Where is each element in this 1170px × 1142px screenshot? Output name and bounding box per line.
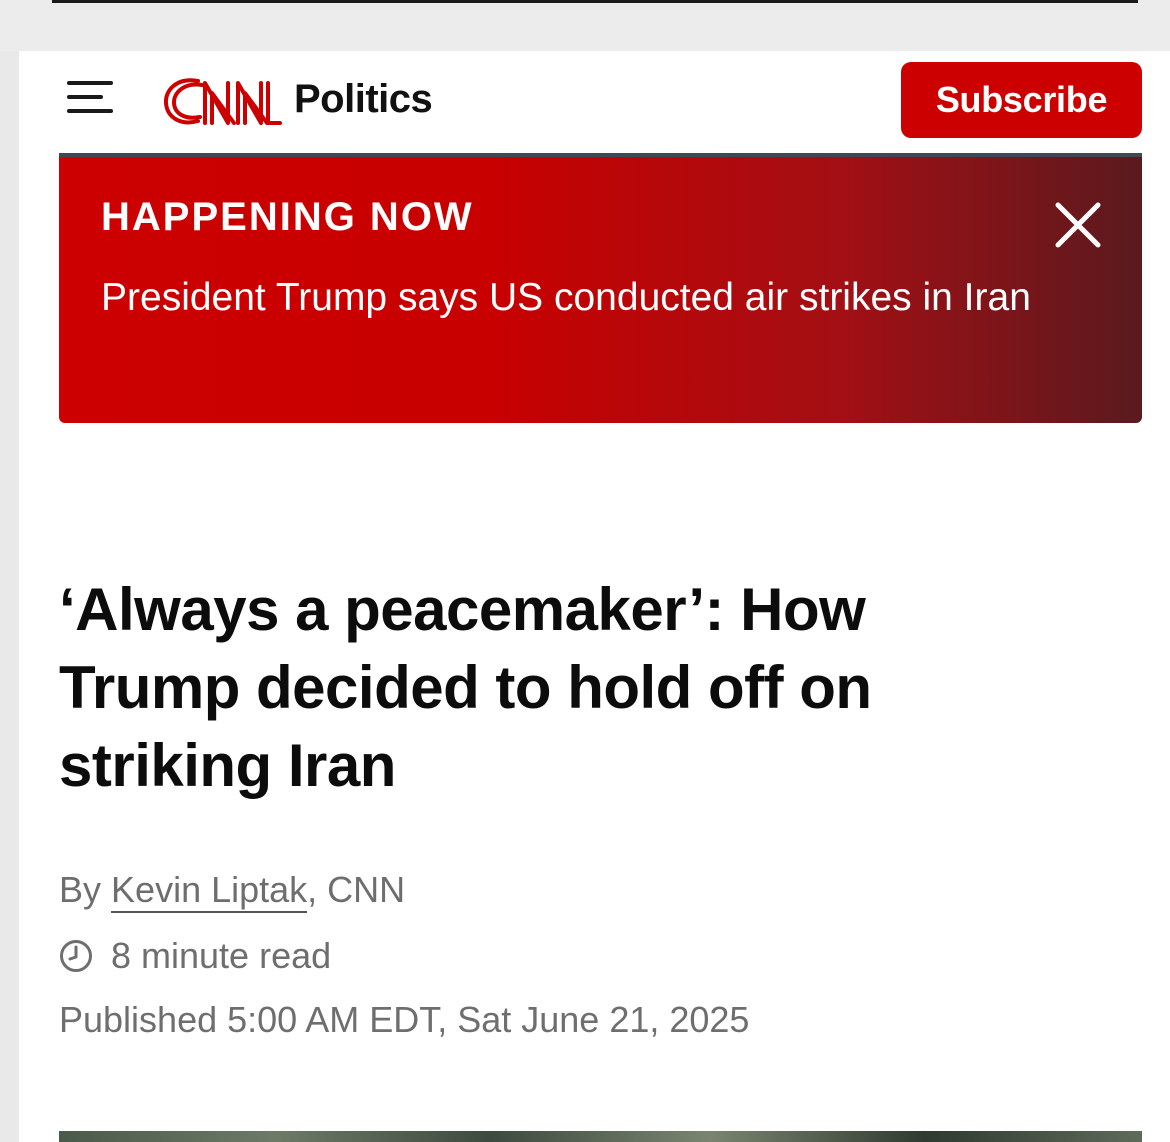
article-page: Politics Subscribe HAPPENING NOW Preside… [19, 51, 1170, 1142]
close-icon[interactable] [1054, 201, 1102, 249]
read-time: 8 minute read [59, 935, 331, 977]
byline: By Kevin Liptak, CNN [59, 869, 406, 913]
author-link[interactable]: Kevin Liptak [111, 869, 308, 913]
banner-label: HAPPENING NOW [101, 195, 474, 239]
hamburger-menu-icon[interactable] [67, 81, 113, 113]
banner-headline-link[interactable]: President Trump says US conducted air st… [101, 269, 1061, 326]
section-title[interactable]: Politics [294, 77, 433, 122]
breaking-news-banner[interactable]: HAPPENING NOW President Trump says US co… [59, 153, 1142, 423]
byline-suffix: , CNN [307, 869, 406, 910]
published-date: Published 5:00 AM EDT, Sat June 21, 2025 [59, 999, 750, 1040]
cnn-logo[interactable] [162, 71, 287, 131]
top-bar-divider [52, 0, 1138, 3]
hero-image[interactable] [59, 1131, 1142, 1142]
subscribe-button[interactable]: Subscribe [901, 62, 1142, 138]
read-time-label: 8 minute read [111, 935, 332, 976]
clock-icon [60, 940, 92, 972]
article-headline: ‘Always a peacemaker’: How Trump decided… [59, 576, 872, 799]
left-edge-margin [0, 51, 19, 1142]
byline-prefix: By [59, 869, 102, 910]
